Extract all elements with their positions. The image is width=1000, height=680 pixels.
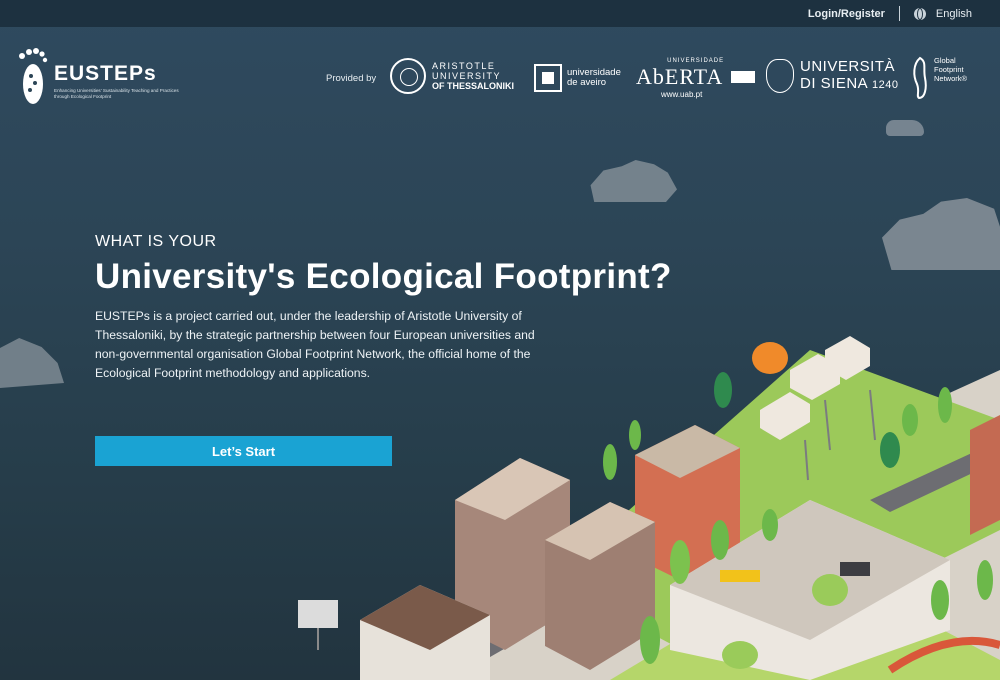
cloud-decoration bbox=[882, 198, 1000, 270]
auth-line3: OF THESSALONIKI bbox=[432, 81, 515, 91]
footprint-icon bbox=[19, 48, 48, 104]
auth-line2: UNIVERSITY bbox=[432, 71, 502, 81]
siena-year: 1240 bbox=[872, 79, 899, 91]
aberta-name: AbERTA bbox=[636, 64, 724, 89]
partner-universita-di-siena[interactable]: UNIVERSITÀ DI SIENA 1240 bbox=[766, 58, 899, 94]
cloud-decoration bbox=[886, 120, 924, 136]
top-bar: Login/Register English bbox=[0, 0, 1000, 27]
brand-name: EUSTEPs bbox=[54, 62, 157, 85]
aveiro-line2: de aveiro bbox=[567, 77, 607, 88]
aveiro-logo-icon bbox=[534, 64, 562, 92]
hero-eyebrow: WHAT IS YOUR bbox=[95, 233, 217, 250]
cloud-decoration bbox=[0, 338, 64, 388]
gfn-line3: Network® bbox=[934, 74, 968, 83]
isometric-city-illustration bbox=[298, 336, 1000, 680]
gfn-line2: Footprint bbox=[934, 65, 964, 74]
language-selector[interactable]: English bbox=[913, 7, 972, 20]
cloud-decoration bbox=[590, 160, 677, 202]
globe-icon bbox=[913, 7, 926, 20]
partner-universidade-de-aveiro[interactable]: universidade de aveiro bbox=[534, 64, 621, 92]
login-register-link[interactable]: Login/Register bbox=[808, 8, 885, 20]
partner-global-footprint-network[interactable]: Global Footprint Network® bbox=[910, 54, 967, 100]
aristotle-seal-icon bbox=[390, 58, 426, 94]
aberta-url: www.uab.pt bbox=[660, 90, 703, 99]
siena-line2: DI SIENA bbox=[800, 75, 868, 92]
eusteps-logo[interactable]: EUSTEPs Enhancing Universities' Sustaina… bbox=[18, 46, 194, 108]
siena-line1: UNIVERSITÀ bbox=[800, 58, 896, 75]
language-label: English bbox=[935, 7, 972, 20]
topbar-divider bbox=[898, 6, 900, 21]
provided-by-label: Provided by bbox=[326, 73, 377, 84]
gfn-footprint-icon bbox=[913, 56, 927, 100]
partner-aristotle-university[interactable]: ARISTOTLE UNIVERSITY OF THESSALONIKI bbox=[390, 58, 514, 94]
hero-title: University's Ecological Footprint? bbox=[95, 257, 672, 296]
gfn-line1: Global bbox=[934, 56, 956, 65]
aberta-flag-icon bbox=[731, 71, 756, 83]
auth-line1: ARISTOTLE bbox=[432, 61, 496, 71]
brand-subtitle: Enhancing Universities' Sustainability T… bbox=[54, 88, 179, 99]
siena-crest-icon bbox=[766, 59, 794, 93]
partner-universidade-aberta[interactable]: UNIVERSIDADE AbERTA www.uab.pt bbox=[636, 58, 756, 99]
